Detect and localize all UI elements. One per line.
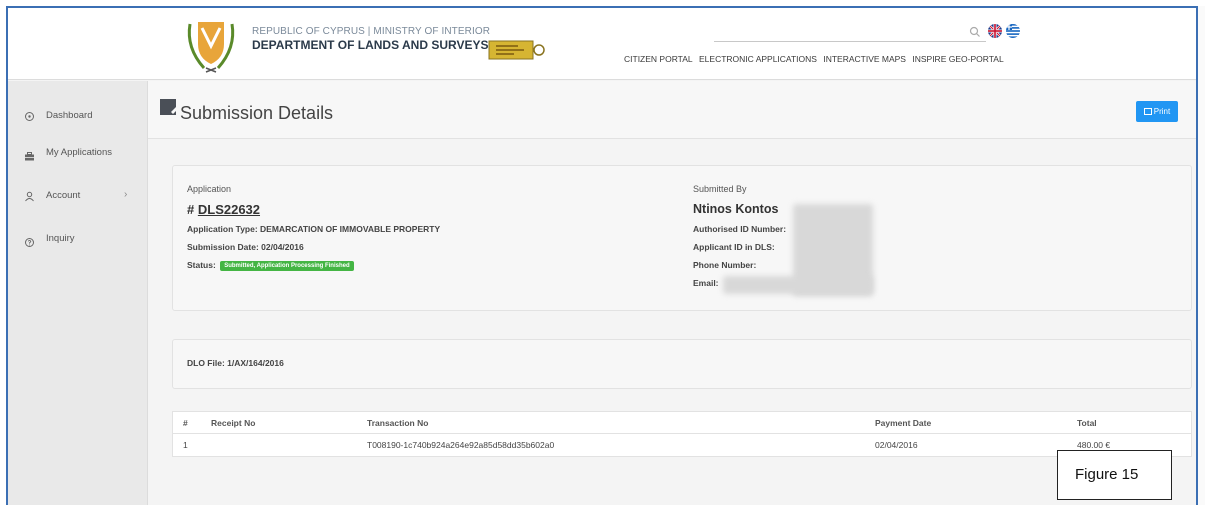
- submitted-by-label: Submitted By: [693, 184, 747, 194]
- user-icon: [25, 191, 34, 202]
- sidebar-item-inquiry[interactable]: Inquiry: [8, 223, 148, 263]
- row-transaction-no: T008190-1c740b924a264e92a85d58dd35b602a0: [367, 440, 555, 450]
- sidebar-item-label: Dashboard: [46, 110, 93, 121]
- sidebar-item-my-applications[interactable]: My Applications: [8, 137, 148, 177]
- table-row: 1 T008190-1c740b924a264e92a85d58dd35b602…: [173, 434, 1191, 456]
- payments-table: # Receipt No Transaction No Payment Date…: [172, 411, 1192, 457]
- col-receipt-header: Receipt No: [211, 418, 256, 428]
- search-icon[interactable]: [968, 25, 982, 39]
- status-label: Status:: [187, 260, 216, 270]
- email-label: Email:: [693, 278, 719, 288]
- sidebar-item-label: My Applications: [46, 147, 113, 158]
- col-total-header: Total: [1077, 418, 1097, 428]
- application-details-panel: Application # DLS22632 Application Type:…: [172, 165, 1192, 311]
- sidebar-item-dashboard[interactable]: Dashboard: [8, 97, 148, 137]
- main-content: Submission Details Print Application # D…: [148, 81, 1196, 505]
- application-number-link[interactable]: DLS22632: [198, 202, 260, 217]
- sidebar-item-label: Account: [46, 190, 81, 201]
- sidebar-item-label: Inquiry: [46, 233, 75, 244]
- sidebar: Dashboard My Applications Account › Inqu…: [8, 81, 148, 505]
- figure-caption-box: Figure 15: [1057, 450, 1172, 500]
- row-payment-date: 02/04/2016: [875, 440, 918, 450]
- status-badge: Submitted, Application Processing Finish…: [220, 261, 354, 271]
- dls-logo: [488, 40, 545, 60]
- chevron-right-icon: ›: [124, 189, 128, 200]
- site-header: REPUBLIC OF CYPRUS | MINISTRY OF INTERIO…: [8, 8, 1196, 80]
- greek-flag-icon[interactable]: [1006, 24, 1020, 38]
- application-number: # DLS22632: [187, 202, 260, 217]
- redacted-email: [723, 276, 873, 294]
- application-number-prefix: #: [187, 202, 195, 217]
- cyprus-crest-logo[interactable]: [184, 18, 238, 74]
- nav-interactive-maps[interactable]: INTERACTIVE MAPS: [823, 54, 906, 64]
- brand-department-text: DEPARTMENT OF LANDS AND SURVEYS: [252, 38, 489, 52]
- page-title-bar: Submission Details Print: [148, 81, 1196, 139]
- dashboard-icon: [25, 112, 34, 121]
- phone-number-label: Phone Number:: [693, 260, 757, 270]
- brand-ministry-text: REPUBLIC OF CYPRUS | MINISTRY OF INTERIO…: [252, 26, 491, 37]
- row-total: 480.00 €: [1077, 440, 1111, 450]
- dlo-file: DLO File: 1/AX/164/2016: [187, 358, 284, 368]
- nav-electronic-applications[interactable]: ELECTRONIC APPLICATIONS: [699, 54, 817, 64]
- authorised-id-label: Authorised ID Number:: [693, 224, 787, 234]
- col-transaction-header: Transaction No: [367, 418, 429, 428]
- print-button[interactable]: Print: [1136, 101, 1178, 122]
- figure-caption: Figure 15: [1075, 466, 1139, 483]
- row-index: 1: [183, 440, 188, 450]
- col-index-header: #: [183, 418, 188, 428]
- submission-date: Submission Date: 02/04/2016: [187, 242, 304, 252]
- application-section-label: Application: [187, 184, 232, 194]
- applicant-id-label: Applicant ID in DLS:: [693, 242, 775, 252]
- printer-icon: [1143, 108, 1152, 115]
- top-navigation: CITIZEN PORTAL ELECTRONIC APPLICATIONS I…: [624, 54, 1008, 64]
- print-button-label: Print: [1153, 107, 1171, 116]
- submitter-name: Ntinos Kontos: [693, 202, 779, 216]
- sidebar-item-account[interactable]: Account ›: [8, 177, 148, 217]
- uk-flag-icon[interactable]: [988, 24, 1002, 38]
- application-status: Status: Submitted, Application Processin…: [187, 260, 354, 271]
- question-icon: [25, 238, 34, 247]
- page-title: Submission Details: [180, 103, 334, 123]
- table-header-row: # Receipt No Transaction No Payment Date…: [173, 412, 1191, 434]
- edit-document-icon: [160, 99, 178, 115]
- nav-citizen-portal[interactable]: CITIZEN PORTAL: [624, 54, 693, 64]
- briefcase-icon: [25, 152, 34, 161]
- col-payment-date-header: Payment Date: [875, 418, 932, 428]
- dlo-file-panel: DLO File: 1/AX/164/2016: [172, 339, 1192, 389]
- application-type: Application Type: DEMARCATION OF IMMOVAB…: [187, 224, 441, 234]
- window-edge: [1198, 6, 1205, 505]
- search-input[interactable]: [714, 41, 986, 42]
- nav-inspire-geo-portal[interactable]: INSPIRE GEO-PORTAL: [912, 54, 1003, 64]
- browser-frame: REPUBLIC OF CYPRUS | MINISTRY OF INTERIO…: [6, 6, 1198, 505]
